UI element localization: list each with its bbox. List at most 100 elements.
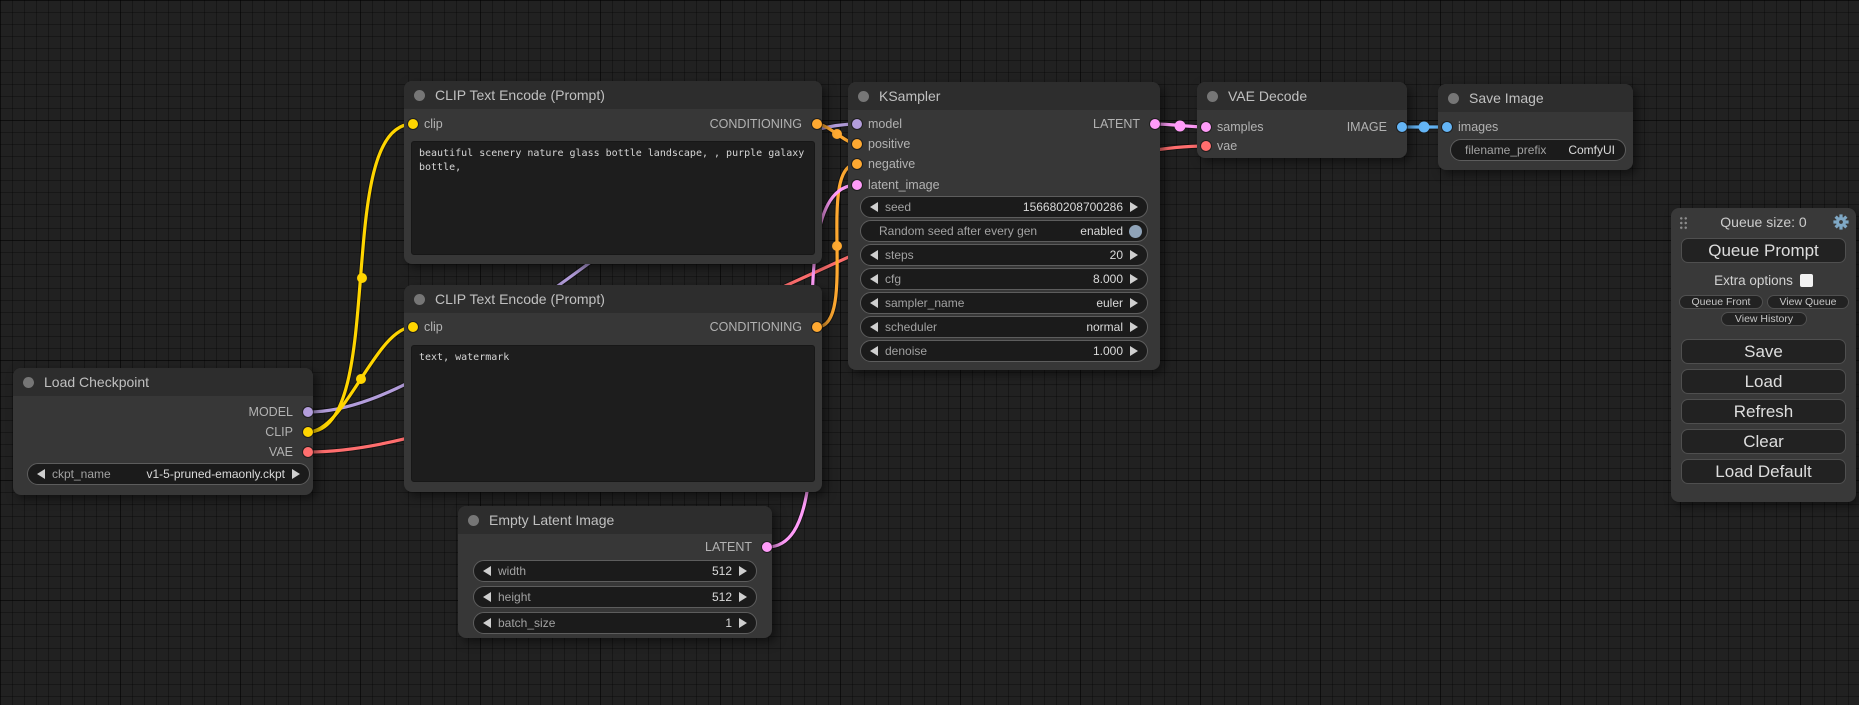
node-load-checkpoint[interactable]: Load Checkpoint MODEL CLIP VAE ckpt_name… bbox=[13, 368, 313, 495]
node-title-bar[interactable]: KSampler bbox=[848, 82, 1160, 110]
view-queue-button[interactable]: View Queue bbox=[1767, 295, 1849, 309]
decrement-arrow-icon[interactable] bbox=[870, 346, 878, 356]
increment-arrow-icon[interactable] bbox=[1130, 250, 1138, 260]
node-empty-latent-image[interactable]: Empty Latent Image LATENT width 512 heig… bbox=[458, 506, 772, 638]
model-input-port[interactable] bbox=[852, 119, 862, 129]
cfg-widget[interactable]: cfg 8.000 bbox=[860, 268, 1148, 290]
decrement-arrow-icon[interactable] bbox=[483, 566, 491, 576]
conditioning-output-port[interactable] bbox=[812, 322, 822, 332]
decrement-arrow-icon[interactable] bbox=[483, 618, 491, 628]
collapse-dot-icon[interactable] bbox=[1207, 91, 1218, 102]
widget-label: ckpt_name bbox=[52, 467, 111, 481]
refresh-button[interactable]: Refresh bbox=[1681, 399, 1846, 424]
decrement-arrow-icon[interactable] bbox=[870, 202, 878, 212]
sampler-name-widget[interactable]: sampler_name euler bbox=[860, 292, 1148, 314]
seed-widget[interactable]: seed 156680208700286 bbox=[860, 196, 1148, 218]
clip-output-port[interactable] bbox=[303, 427, 313, 437]
model-output-port[interactable] bbox=[303, 407, 313, 417]
increment-arrow-icon[interactable] bbox=[1130, 322, 1138, 332]
output-label-conditioning: CONDITIONING bbox=[710, 318, 802, 336]
decrement-arrow-icon[interactable] bbox=[870, 250, 878, 260]
negative-input-port[interactable] bbox=[852, 159, 862, 169]
height-widget[interactable]: height 512 bbox=[473, 586, 757, 608]
increment-arrow-icon[interactable] bbox=[739, 566, 747, 576]
scheduler-widget[interactable]: scheduler normal bbox=[860, 316, 1148, 338]
width-widget[interactable]: width 512 bbox=[473, 560, 757, 582]
collapse-dot-icon[interactable] bbox=[1448, 93, 1459, 104]
vae-output-port[interactable] bbox=[303, 447, 313, 457]
save-button[interactable]: Save bbox=[1681, 339, 1846, 364]
decrement-arrow-icon[interactable] bbox=[870, 274, 878, 284]
collapse-dot-icon[interactable] bbox=[414, 294, 425, 305]
steps-widget[interactable]: steps 20 bbox=[860, 244, 1148, 266]
widget-value: enabled bbox=[1080, 224, 1123, 238]
node-clip-text-encode-positive[interactable]: CLIP Text Encode (Prompt) clip CONDITION… bbox=[404, 81, 822, 264]
latent-image-input-port[interactable] bbox=[852, 180, 862, 190]
queue-prompt-button[interactable]: Queue Prompt bbox=[1681, 238, 1846, 263]
clip-input-port[interactable] bbox=[408, 322, 418, 332]
ckpt-name-widget[interactable]: ckpt_name v1-5-pruned-emaonly.ckpt bbox=[27, 463, 310, 485]
decrement-arrow-icon[interactable] bbox=[870, 322, 878, 332]
samples-input-port[interactable] bbox=[1201, 122, 1211, 132]
extra-options-label: Extra options bbox=[1714, 273, 1793, 288]
images-input-port[interactable] bbox=[1442, 122, 1452, 132]
clear-button[interactable]: Clear bbox=[1681, 429, 1846, 454]
increment-arrow-icon[interactable] bbox=[1130, 274, 1138, 284]
widget-label: steps bbox=[885, 248, 914, 262]
extra-options-checkbox[interactable] bbox=[1800, 274, 1813, 287]
increment-arrow-icon[interactable] bbox=[739, 592, 747, 602]
increment-arrow-icon[interactable] bbox=[739, 618, 747, 628]
random-seed-toggle-widget[interactable]: Random seed after every gen enabled bbox=[860, 220, 1148, 242]
node-title-bar[interactable]: CLIP Text Encode (Prompt) bbox=[404, 81, 822, 109]
node-ksampler[interactable]: KSampler model positive negative latent_… bbox=[848, 82, 1160, 370]
node-title-bar[interactable]: VAE Decode bbox=[1197, 82, 1407, 110]
collapse-dot-icon[interactable] bbox=[858, 91, 869, 102]
decrement-arrow-icon[interactable] bbox=[870, 298, 878, 308]
widget-value: 512 bbox=[712, 564, 732, 578]
output-label-model: MODEL bbox=[249, 403, 293, 421]
node-title-bar[interactable]: Save Image bbox=[1438, 84, 1633, 112]
node-save-image[interactable]: Save Image images filename_prefix ComfyU… bbox=[1438, 84, 1633, 170]
load-default-button[interactable]: Load Default bbox=[1681, 459, 1846, 484]
collapse-dot-icon[interactable] bbox=[468, 515, 479, 526]
load-button[interactable]: Load bbox=[1681, 369, 1846, 394]
node-graph-canvas[interactable]: Load Checkpoint MODEL CLIP VAE ckpt_name… bbox=[0, 0, 1859, 705]
wire-midpoint-dot bbox=[1419, 122, 1430, 133]
view-history-button[interactable]: View History bbox=[1721, 312, 1807, 326]
decrement-arrow-icon[interactable] bbox=[483, 592, 491, 602]
collapse-dot-icon[interactable] bbox=[414, 90, 425, 101]
widget-label: seed bbox=[885, 200, 911, 214]
decrement-arrow-icon[interactable] bbox=[37, 469, 45, 479]
conditioning-output-port[interactable] bbox=[812, 119, 822, 129]
latent-output-port[interactable] bbox=[762, 542, 772, 552]
node-vae-decode[interactable]: VAE Decode samples vae IMAGE bbox=[1197, 82, 1407, 158]
batch-size-widget[interactable]: batch_size 1 bbox=[473, 612, 757, 634]
gear-icon[interactable] bbox=[1833, 214, 1849, 230]
node-title-bar[interactable]: Load Checkpoint bbox=[13, 368, 313, 396]
node-title: KSampler bbox=[879, 88, 940, 104]
filename-prefix-widget[interactable]: filename_prefix ComfyUI bbox=[1450, 139, 1626, 161]
node-title-bar[interactable]: CLIP Text Encode (Prompt) bbox=[404, 285, 822, 313]
latent-output-port[interactable] bbox=[1150, 119, 1160, 129]
denoise-widget[interactable]: denoise 1.000 bbox=[860, 340, 1148, 362]
increment-arrow-icon[interactable] bbox=[1130, 298, 1138, 308]
increment-arrow-icon[interactable] bbox=[292, 469, 300, 479]
output-label-vae: VAE bbox=[269, 443, 293, 461]
toggle-enabled-icon[interactable] bbox=[1129, 225, 1142, 238]
prompt-textarea[interactable]: text, watermark bbox=[411, 345, 815, 482]
input-label-latent-image: latent_image bbox=[868, 176, 940, 194]
menu-header: Queue size: 0 bbox=[1671, 214, 1856, 232]
positive-input-port[interactable] bbox=[852, 139, 862, 149]
increment-arrow-icon[interactable] bbox=[1130, 202, 1138, 212]
widget-label: width bbox=[498, 564, 526, 578]
vae-input-port[interactable] bbox=[1201, 141, 1211, 151]
node-clip-text-encode-negative[interactable]: CLIP Text Encode (Prompt) clip CONDITION… bbox=[404, 285, 822, 492]
image-output-port[interactable] bbox=[1397, 122, 1407, 132]
node-title-bar[interactable]: Empty Latent Image bbox=[458, 506, 772, 534]
prompt-textarea[interactable]: beautiful scenery nature glass bottle la… bbox=[411, 141, 815, 255]
clip-input-port[interactable] bbox=[408, 119, 418, 129]
increment-arrow-icon[interactable] bbox=[1130, 346, 1138, 356]
widget-label: filename_prefix bbox=[1465, 143, 1546, 157]
collapse-dot-icon[interactable] bbox=[23, 377, 34, 388]
queue-front-button[interactable]: Queue Front bbox=[1679, 295, 1763, 309]
